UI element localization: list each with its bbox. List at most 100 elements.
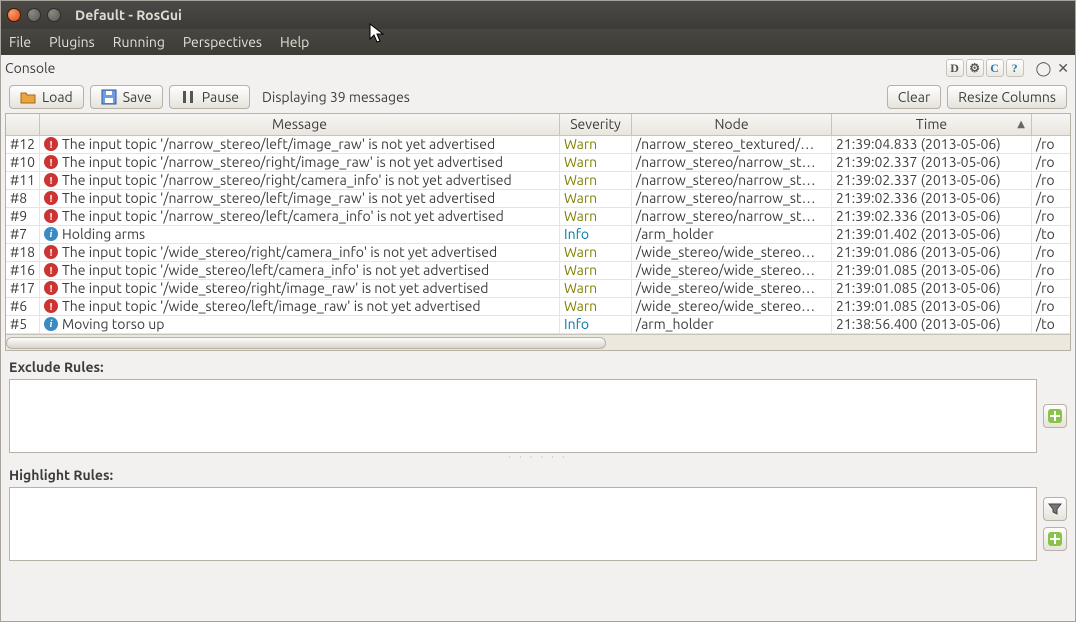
menu-help[interactable]: Help [280,34,309,50]
row-num: #5 [6,316,40,333]
row-message: !The input topic '/narrow_stereo/left/ca… [40,208,560,225]
row-message: !The input topic '/narrow_stereo/left/im… [40,190,560,207]
highlight-options-button[interactable] [1043,497,1067,521]
load-button[interactable]: Load [9,85,84,109]
exclamation-icon: ! [44,263,58,277]
plus-icon [1048,532,1062,546]
toolbar: Load Save Pause Displaying 39 messages C… [1,81,1075,113]
row-time: 21:39:01.086 (2013-05-06) [832,244,1032,261]
col-severity[interactable]: Severity [560,114,632,135]
save-button[interactable]: Save [90,85,163,109]
reload-icon[interactable]: C [986,59,1004,77]
row-node: /narrow_stereo/narrow_st… [632,154,832,171]
col-message[interactable]: Message [40,114,560,135]
resize-columns-label: Resize Columns [958,89,1056,105]
close-panel-icon[interactable]: ✕ [1057,60,1069,77]
col-extra[interactable] [1032,114,1071,135]
row-message: !The input topic '/narrow_stereo/right/i… [40,154,560,171]
panel-name: Console [5,60,55,76]
resize-columns-button[interactable]: Resize Columns [947,85,1067,109]
table-row[interactable]: #8!The input topic '/narrow_stereo/left/… [6,190,1070,208]
scrollbar-thumb[interactable] [6,337,606,349]
row-extra: /to [1032,226,1070,243]
gear-icon[interactable]: ⚙ [966,59,984,77]
row-message: !The input topic '/wide_stereo/left/imag… [40,298,560,315]
exclamation-icon: ! [44,191,58,205]
row-extra: /ro [1032,154,1070,171]
row-time: 21:39:02.336 (2013-05-06) [832,190,1032,207]
table-row[interactable]: #11!The input topic '/narrow_stereo/righ… [6,172,1070,190]
window-maximize-button[interactable] [47,8,61,22]
help-icon[interactable]: ? [1006,59,1024,77]
add-highlight-rule-button[interactable] [1043,527,1067,551]
row-severity: Warn [560,172,632,189]
row-message: !The input topic '/wide_stereo/right/cam… [40,244,560,261]
table-row[interactable]: #10!The input topic '/narrow_stereo/righ… [6,154,1070,172]
menu-plugins[interactable]: Plugins [49,34,95,50]
table-row[interactable]: #16!The input topic '/wide_stereo/left/c… [6,262,1070,280]
folder-open-icon [20,89,36,105]
row-severity: Info [560,316,632,333]
table-row[interactable]: #12!The input topic '/narrow_stereo/left… [6,136,1070,154]
row-severity: Info [560,226,632,243]
row-time: 21:39:01.085 (2013-05-06) [832,280,1032,297]
add-exclude-rule-button[interactable] [1043,404,1067,428]
col-node[interactable]: Node [632,114,832,135]
info-icon: i [44,317,58,331]
row-node: /wide_stereo/wide_stereo… [632,262,832,279]
row-extra: /ro [1032,262,1070,279]
row-time: 21:39:02.337 (2013-05-06) [832,172,1032,189]
pause-button[interactable]: Pause [169,85,250,109]
row-message: !The input topic '/narrow_stereo/right/c… [40,172,560,189]
row-num: #6 [6,298,40,315]
table-row[interactable]: #5iMoving torso upInfo/arm_holder21:38:5… [6,316,1070,334]
menu-file[interactable]: File [9,34,31,50]
row-time: 21:39:01.085 (2013-05-06) [832,262,1032,279]
col-num[interactable] [6,114,40,135]
row-time: 21:39:02.336 (2013-05-06) [832,208,1032,225]
table-body[interactable]: #12!The input topic '/narrow_stereo/left… [6,136,1070,334]
exclamation-icon: ! [44,155,58,169]
row-extra: /ro [1032,172,1070,189]
clear-button[interactable]: Clear [887,85,941,109]
undock-icon[interactable]: ◯ [1036,60,1052,77]
row-node: /narrow_stereo_textured/… [632,136,832,153]
table-row[interactable]: #9!The input topic '/narrow_stereo/left/… [6,208,1070,226]
row-severity: Warn [560,208,632,225]
table-row[interactable]: #18!The input topic '/wide_stereo/right/… [6,244,1070,262]
row-extra: /ro [1032,136,1070,153]
row-extra: /ro [1032,280,1070,297]
horizontal-scrollbar[interactable] [6,334,1070,350]
row-num: #17 [6,280,40,297]
row-message: iMoving torso up [40,316,560,333]
menu-running[interactable]: Running [113,34,165,50]
toggle-d-icon[interactable]: D [946,59,964,77]
menubar: File Plugins Running Perspectives Help [1,29,1075,55]
highlight-rules-list[interactable] [9,487,1037,561]
row-num: #10 [6,154,40,171]
pause-button-label: Pause [202,89,239,105]
row-severity: Warn [560,280,632,297]
row-extra: /ro [1032,244,1070,261]
table-row[interactable]: #17!The input topic '/wide_stereo/right/… [6,280,1070,298]
menu-perspectives[interactable]: Perspectives [183,34,262,50]
exclamation-icon: ! [44,173,58,187]
col-time[interactable]: Time▲ [832,114,1032,135]
row-node: /narrow_stereo/narrow_st… [632,172,832,189]
highlight-rules-label: Highlight Rules: [1,459,1075,487]
info-icon: i [44,227,58,241]
table-row[interactable]: #7iHolding armsInfo/arm_holder21:39:01.4… [6,226,1070,244]
row-severity: Warn [560,244,632,261]
window-minimize-button[interactable] [27,8,41,22]
window-titlebar: Default - RosGui [1,1,1075,29]
exclude-rules-list[interactable] [9,379,1037,453]
exclude-rules-section [1,379,1075,453]
row-time: 21:39:01.402 (2013-05-06) [832,226,1032,243]
table-header: Message Severity Node Time▲ [6,114,1070,136]
row-node: /wide_stereo/wide_stereo… [632,298,832,315]
table-row[interactable]: #6!The input topic '/wide_stereo/left/im… [6,298,1070,316]
row-num: #11 [6,172,40,189]
clear-button-label: Clear [898,89,930,105]
window-close-button[interactable] [7,8,21,22]
pause-icon [180,89,196,105]
